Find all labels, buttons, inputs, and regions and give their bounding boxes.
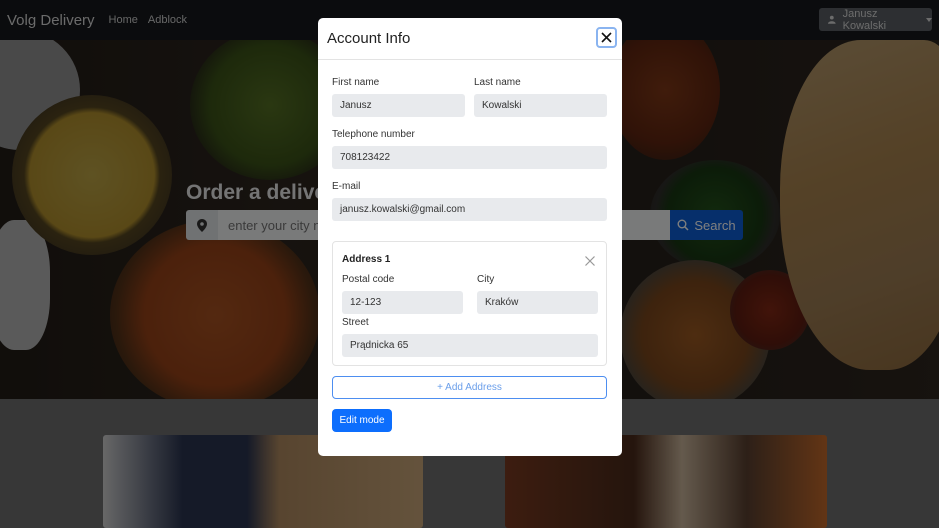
- modal-header: Account Info: [318, 18, 622, 60]
- close-button[interactable]: [596, 27, 617, 48]
- modal-title: Account Info: [327, 30, 411, 47]
- email-label: E-mail: [332, 181, 361, 192]
- first-name-field[interactable]: Janusz: [332, 94, 465, 117]
- last-name-field[interactable]: Kowalski: [474, 94, 607, 117]
- close-icon: [601, 32, 612, 43]
- phone-field[interactable]: 708123422: [332, 146, 607, 169]
- city-field[interactable]: Kraków: [477, 291, 598, 314]
- add-address-button[interactable]: + Add Address: [332, 376, 607, 399]
- postal-code-label: Postal code: [342, 274, 395, 285]
- address-card: Address 1 Postal code 12-123 City Kraków…: [332, 241, 607, 366]
- close-icon: [585, 256, 595, 266]
- postal-code-field[interactable]: 12-123: [342, 291, 463, 314]
- first-name-label: First name: [332, 77, 380, 88]
- street-field[interactable]: Prądnicka 65: [342, 334, 598, 357]
- account-info-modal: Account Info First name Janusz Last name…: [318, 18, 622, 456]
- last-name-label: Last name: [474, 77, 521, 88]
- edit-mode-button[interactable]: Edit mode: [332, 409, 392, 432]
- email-field[interactable]: janusz.kowalski@gmail.com: [332, 198, 607, 221]
- address-title: Address 1: [342, 254, 391, 265]
- street-label: Street: [342, 317, 369, 328]
- phone-label: Telephone number: [332, 129, 415, 140]
- city-label: City: [477, 274, 495, 285]
- remove-address-button[interactable]: [585, 253, 595, 271]
